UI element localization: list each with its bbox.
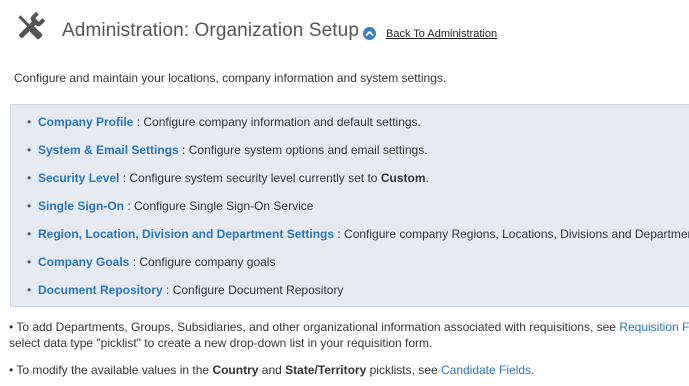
intro-text: Configure and maintain your locations, c… bbox=[14, 71, 447, 85]
security-level-link[interactable]: Security Level bbox=[38, 171, 119, 185]
bullet: • bbox=[27, 255, 32, 269]
list-item: • Company Profile : Configure company inf… bbox=[27, 115, 421, 129]
separator: : bbox=[129, 255, 140, 269]
separator: : bbox=[133, 115, 144, 129]
list-item: • Single Sign-On : Configure Single Sign-… bbox=[27, 199, 313, 213]
country-state-note: • To modify the available values in the … bbox=[9, 363, 534, 377]
item-description: Configure company goals bbox=[139, 255, 276, 269]
description-text: Configure system security level currentl… bbox=[129, 171, 381, 185]
requisition-fields-note: • To add Departments, Groups, Subsidiari… bbox=[9, 320, 689, 334]
list-item: • Document Repository : Configure Documen… bbox=[27, 283, 343, 297]
back-link-label[interactable]: Back To Administration bbox=[386, 28, 497, 40]
bullet: • bbox=[27, 171, 32, 185]
page-title: Administration: Organization Setup bbox=[62, 20, 359, 41]
description-end: . bbox=[425, 171, 429, 185]
note-text: • To modify the available values in the bbox=[9, 363, 213, 377]
security-level-value: Custom bbox=[380, 171, 426, 185]
bullet: • bbox=[27, 143, 32, 157]
region-location-settings-link[interactable]: Region, Location, Division and Departmen… bbox=[38, 227, 334, 241]
chevron-up-circle-icon bbox=[363, 27, 376, 40]
item-description: Configure Document Repository bbox=[172, 283, 344, 297]
country-label: Country bbox=[212, 363, 259, 377]
item-description: Configure Single Sign-On Service bbox=[134, 199, 314, 213]
settings-panel: • Company Profile : Configure company inf… bbox=[10, 104, 689, 307]
note-text: and bbox=[258, 363, 286, 377]
company-goals-link[interactable]: Company Goals bbox=[38, 255, 129, 269]
requisition-fields-note-line2: select data type "picklist" to create a … bbox=[9, 336, 432, 350]
system-email-settings-link[interactable]: System & Email Settings bbox=[38, 143, 179, 157]
separator: : bbox=[119, 171, 130, 185]
company-profile-link[interactable]: Company Profile bbox=[38, 115, 133, 129]
note-text: select data type "picklist" to create a … bbox=[9, 336, 433, 350]
bullet: • bbox=[27, 227, 32, 241]
document-repository-link[interactable]: Document Repository bbox=[38, 283, 163, 297]
bullet: • bbox=[27, 115, 32, 129]
note-text: picklists, see bbox=[366, 363, 441, 377]
item-description: Configure system security level currentl… bbox=[129, 171, 428, 185]
list-item: • System & Email Settings : Configure sys… bbox=[27, 143, 428, 157]
bullet: • bbox=[27, 199, 32, 213]
separator: : bbox=[178, 143, 189, 157]
requisition-fields-link[interactable]: Requisition F bbox=[619, 320, 689, 334]
item-description: Configure company information and defaul… bbox=[143, 115, 421, 129]
page-header: Administration: Organization Setup Back … bbox=[0, 0, 689, 62]
back-to-administration-link[interactable]: Back To Administration bbox=[363, 27, 497, 40]
list-item: • Region, Location, Division and Departme… bbox=[27, 227, 689, 241]
bullet: • bbox=[27, 283, 32, 297]
single-sign-on-link[interactable]: Single Sign-On bbox=[38, 199, 124, 213]
separator: : bbox=[334, 227, 345, 241]
tools-icon bbox=[13, 10, 47, 44]
list-item: • Security Level : Configure system secur… bbox=[27, 171, 429, 185]
separator: : bbox=[124, 199, 135, 213]
item-description: Configure system options and email setti… bbox=[188, 143, 428, 157]
list-item: • Company Goals : Configure company goals bbox=[27, 255, 275, 269]
candidate-fields-link[interactable]: Candidate Fields bbox=[441, 363, 531, 377]
state-territory-label: State/Territory bbox=[285, 363, 367, 377]
note-end: . bbox=[531, 363, 535, 377]
item-description: Configure company Regions, Locations, Di… bbox=[344, 227, 689, 241]
note-text: • To add Departments, Groups, Subsidiari… bbox=[9, 320, 620, 334]
separator: : bbox=[162, 283, 173, 297]
